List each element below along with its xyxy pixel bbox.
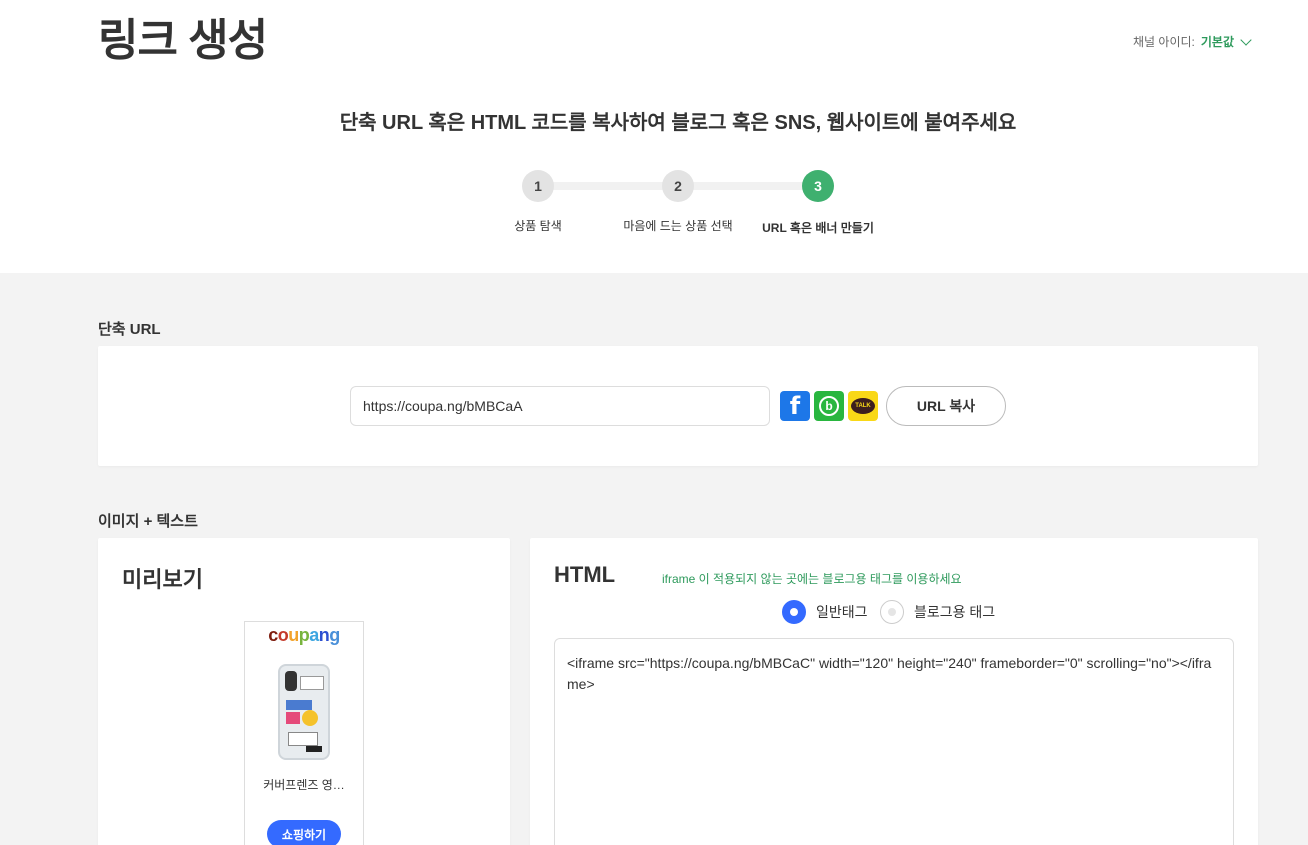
- logo-letter: p: [298, 625, 310, 645]
- html-card: HTML iframe 이 적용되지 않는 곳에는 블로그용 태그를 이용하세요…: [530, 538, 1258, 845]
- logo-letter: a: [309, 625, 319, 645]
- short-url-card: f b TALK URL 복사: [98, 346, 1258, 466]
- page-title: 링크 생성: [98, 16, 268, 65]
- step-label: 마음에 드는 상품 선택: [623, 219, 733, 233]
- product-banner-preview[interactable]: coupang 커버프렌즈 영… 쇼핑하기: [244, 621, 364, 845]
- radio-normal-label: 일반태그: [816, 604, 868, 620]
- html-note: iframe 이 적용되지 않는 곳에는 블로그용 태그를 이용하세요: [662, 572, 962, 586]
- radio-blog-label: 블로그용 태그: [914, 604, 996, 620]
- channel-selector[interactable]: 채널 아이디: 기본값: [1133, 33, 1252, 50]
- chevron-down-icon[interactable]: [1240, 33, 1252, 46]
- radio-normal-tag[interactable]: 일반태그: [782, 600, 868, 624]
- band-icon: b: [819, 396, 839, 416]
- kakaotalk-icon: TALK: [851, 398, 875, 414]
- html-code-textarea[interactable]: <iframe src="https://coupa.ng/bMBCaC" wi…: [554, 638, 1234, 845]
- logo-letter: o: [277, 625, 289, 645]
- logo-letter: g: [329, 625, 340, 645]
- band-share-button[interactable]: b: [814, 391, 844, 421]
- coupang-logo: coupang: [245, 625, 363, 646]
- product-image[interactable]: [278, 664, 330, 760]
- step-number: 2: [662, 170, 694, 202]
- shop-button[interactable]: 쇼핑하기: [267, 820, 341, 845]
- radio-unselected-icon[interactable]: [880, 600, 904, 624]
- step-indicator: 1 상품 탐색 2 마음에 드는 상품 선택 3 URL 혹은 배너 만들기: [498, 170, 878, 240]
- short-url-input[interactable]: [350, 386, 770, 426]
- logo-letter: c: [268, 625, 278, 645]
- step-label: URL 혹은 배너 만들기: [762, 221, 874, 235]
- step-2: 2 마음에 드는 상품 선택: [608, 170, 748, 234]
- image-text-section-title: 이미지 + 텍스트: [98, 513, 198, 530]
- top-area: 링크 생성 채널 아이디: 기본값 단축 URL 혹은 HTML 코드를 복사하…: [0, 0, 1308, 273]
- preview-card: 미리보기 coupang 커버프렌즈 영… 쇼핑하기: [98, 538, 510, 845]
- step-label: 상품 탐색: [514, 219, 562, 233]
- step-number: 3: [802, 170, 834, 202]
- step-3: 3 URL 혹은 배너 만들기: [748, 170, 888, 236]
- preview-title: 미리보기: [122, 567, 203, 592]
- kakaotalk-share-button[interactable]: TALK: [848, 391, 878, 421]
- html-title: HTML: [554, 562, 616, 587]
- url-copy-button[interactable]: URL 복사: [886, 386, 1006, 426]
- short-url-section-title: 단축 URL: [98, 321, 161, 338]
- radio-selected-icon[interactable]: [782, 600, 806, 624]
- logo-letter: n: [318, 625, 330, 645]
- instruction-text: 단축 URL 혹은 HTML 코드를 복사하여 블로그 혹은 SNS, 웹사이트…: [339, 112, 1017, 134]
- logo-letter: u: [288, 625, 299, 645]
- step-number: 1: [522, 170, 554, 202]
- facebook-share-button[interactable]: f: [780, 391, 810, 421]
- radio-blog-tag[interactable]: 블로그용 태그: [880, 600, 995, 624]
- product-name[interactable]: 커버프렌즈 영…: [245, 776, 363, 793]
- facebook-icon: f: [789, 392, 801, 420]
- step-1: 1 상품 탐색: [468, 170, 608, 234]
- channel-value[interactable]: 기본값: [1201, 33, 1234, 50]
- channel-label: 채널 아이디:: [1133, 35, 1195, 49]
